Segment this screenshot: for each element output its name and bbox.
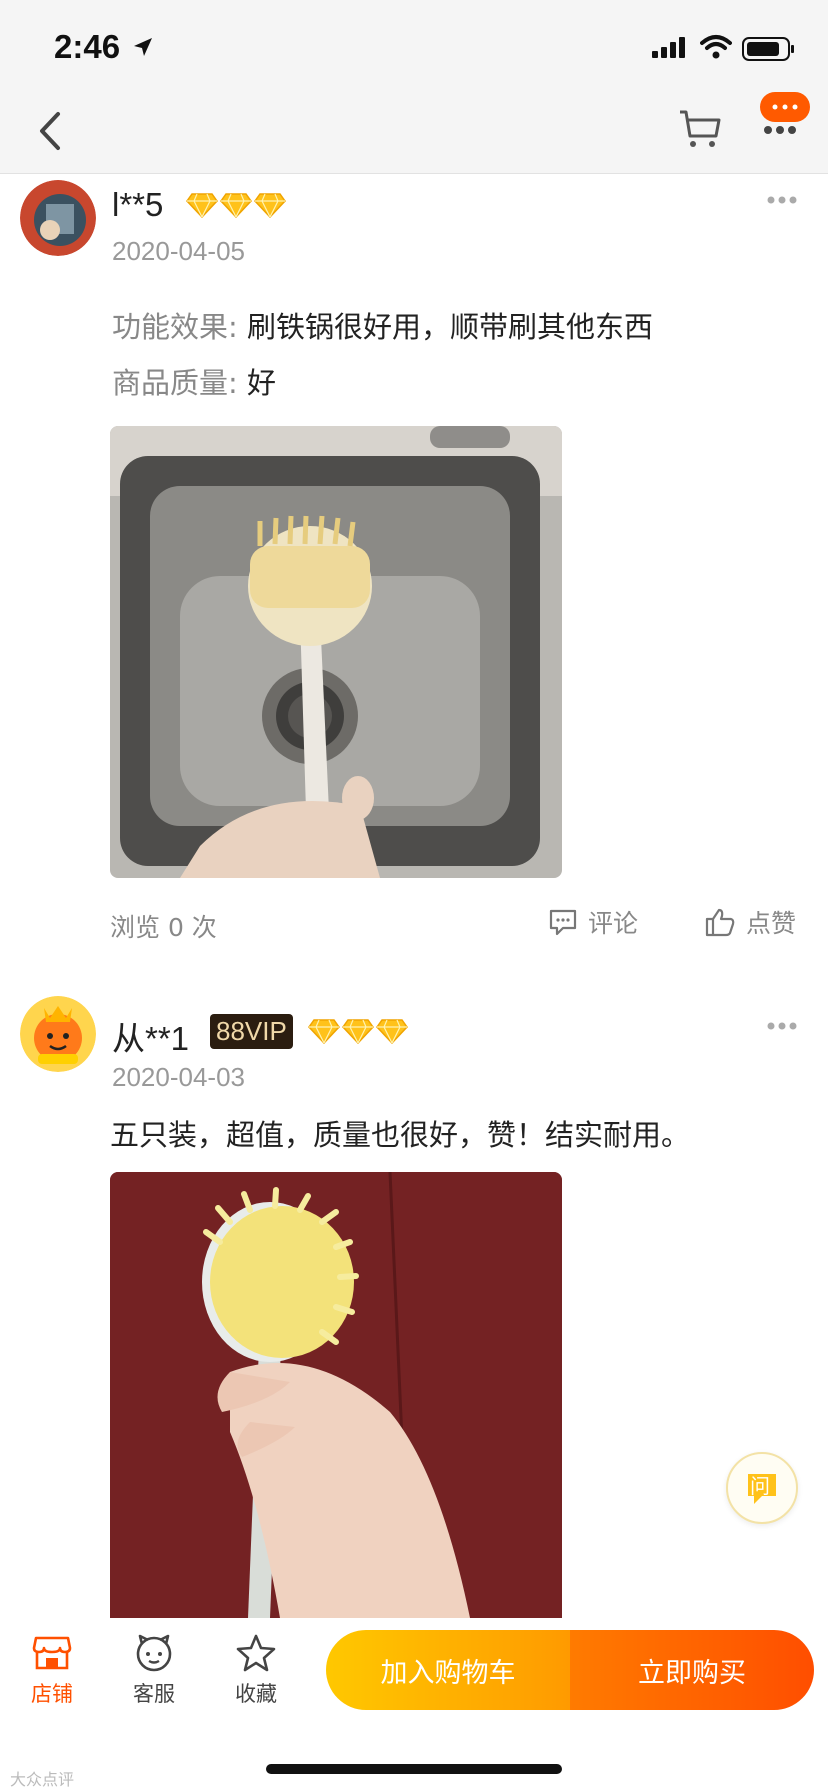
tab-favorite[interactable]: 收藏 <box>216 1634 296 1708</box>
add-to-cart-button[interactable]: 加入购物车 <box>326 1630 570 1710</box>
review-more-icon[interactable] <box>766 1020 798 1032</box>
tab-store[interactable]: 店铺 <box>12 1634 92 1708</box>
review-text: 五只装，超值，质量也很好，赞！结实耐用。 <box>110 1118 691 1152</box>
signal-icon <box>652 37 685 58</box>
gem-icon <box>308 1019 340 1044</box>
watermark: 大众点评 <box>10 1770 75 1789</box>
review-more-icon[interactable] <box>766 194 798 206</box>
gem-icon <box>342 1019 374 1044</box>
buy-now-button[interactable]: 立即购买 <box>570 1630 814 1710</box>
review-photo[interactable] <box>110 1172 562 1618</box>
battery-icon <box>742 37 794 61</box>
gem-icon <box>376 1019 408 1044</box>
purchase-actions: 加入购物车 立即购买 <box>326 1630 814 1710</box>
like-label: 点赞 <box>746 909 797 938</box>
member-level-badges <box>308 1018 408 1044</box>
customer-service-icon <box>136 1634 172 1672</box>
comment-button[interactable]: 评论 <box>548 904 638 940</box>
status-bar: 2:46 <box>0 0 828 92</box>
more-menu-button[interactable] <box>756 92 816 140</box>
status-time: 2:46 <box>54 28 121 65</box>
comment-icon <box>549 909 577 936</box>
username[interactable]: 从**1 <box>112 1012 189 1060</box>
view-count: 浏览 0 次 <box>110 913 217 942</box>
review-date: 2020-04-03 <box>112 1062 245 1092</box>
review-item: l**5 2020-04-05 功能效果: 刷铁锅很好用，顺带刷其他东西 商品质… <box>0 174 828 974</box>
ask-label: 问 <box>750 1474 770 1498</box>
tab-label: 客服 <box>133 1682 175 1706</box>
like-button[interactable]: 点赞 <box>704 904 796 940</box>
review-line-label: 功能效果: <box>112 310 238 344</box>
review-line-label: 商品质量: <box>112 366 238 400</box>
tab-label: 店铺 <box>31 1682 73 1706</box>
gem-icon <box>220 193 252 218</box>
vip-badge: 88VIP <box>210 1014 293 1049</box>
store-icon <box>32 1636 72 1670</box>
cart-icon[interactable] <box>676 104 724 152</box>
comment-label: 评论 <box>588 909 639 938</box>
review-photo[interactable] <box>110 426 562 878</box>
ask-question-button[interactable]: 问 <box>726 1452 798 1524</box>
tab-customer-service[interactable]: 客服 <box>114 1634 194 1708</box>
tab-label: 收藏 <box>235 1682 277 1706</box>
home-indicator[interactable] <box>266 1764 562 1774</box>
wifi-icon <box>700 35 732 59</box>
review-footer: 浏览 0 次 评论 点赞 <box>0 908 828 948</box>
review-item: 从**1 88VIP 2020-04-03 五只装，超值，质量也很好，赞！结实耐… <box>0 988 828 1618</box>
username[interactable]: l**5 <box>112 186 163 224</box>
review-line: 商品质量: 好 <box>112 360 276 402</box>
location-arrow-icon <box>134 38 152 56</box>
thumbs-up-icon <box>705 908 735 937</box>
review-date: 2020-04-05 <box>112 236 245 266</box>
gem-icon <box>186 193 218 218</box>
star-icon <box>236 1634 276 1672</box>
review-line: 功能效果: 刷铁锅很好用，顺带刷其他东西 <box>112 304 653 346</box>
review-line-text: 好 <box>247 366 277 400</box>
member-level-badges <box>186 192 286 218</box>
more-dots-icon <box>764 126 796 134</box>
avatar[interactable] <box>20 996 96 1072</box>
review-line-text: 刷铁锅很好用，顺带刷其他东西 <box>247 310 654 344</box>
back-icon[interactable] <box>30 106 70 156</box>
gem-icon <box>254 193 286 218</box>
nav-bar <box>0 92 828 174</box>
avatar[interactable] <box>20 180 96 256</box>
bottom-action-bar: 店铺 客服 收藏 加入购物车 立即购买 大众点评 <box>0 1620 828 1792</box>
